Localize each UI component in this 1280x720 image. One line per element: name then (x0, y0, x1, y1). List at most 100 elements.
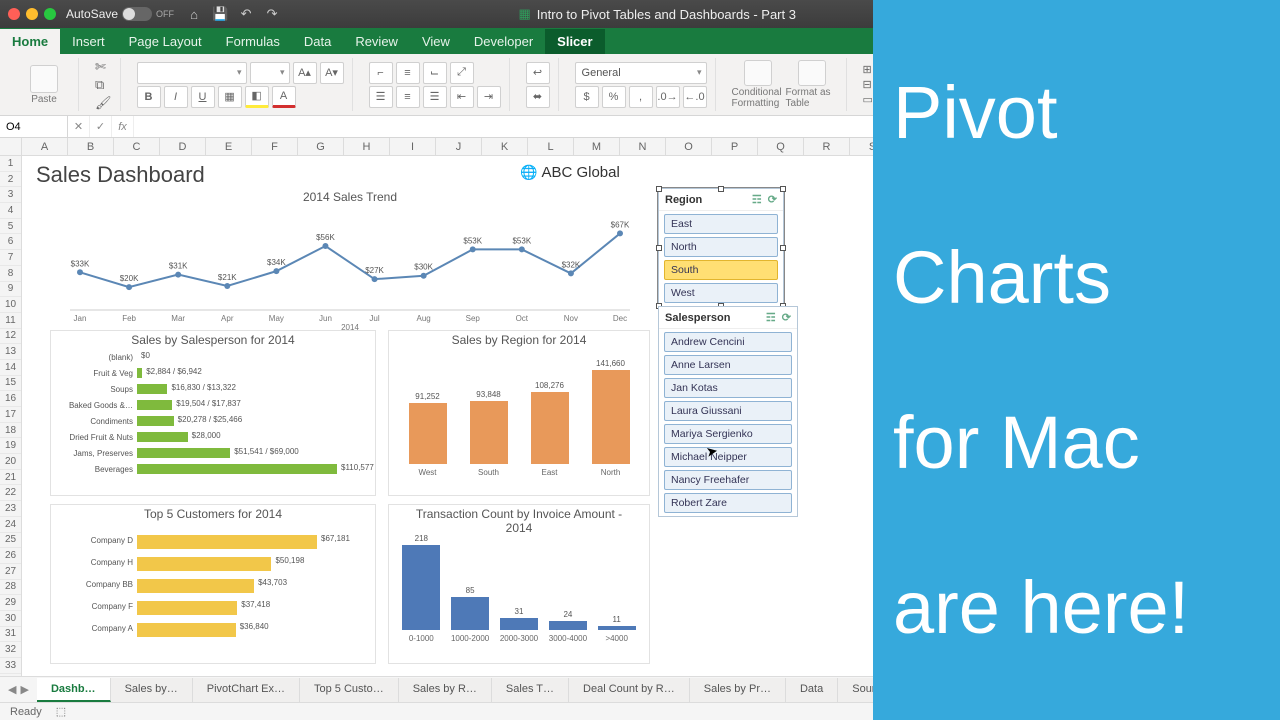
row-header[interactable]: 20 (0, 454, 21, 470)
row-header[interactable]: 4 (0, 203, 21, 219)
row-header[interactable]: 13 (0, 344, 21, 360)
col-header[interactable]: G (298, 138, 344, 155)
sheet-tab[interactable]: Sales T… (492, 678, 569, 702)
border-icon[interactable]: ▦ (218, 86, 242, 108)
paste-button[interactable]: Paste (18, 65, 70, 105)
slicer-salesperson[interactable]: Salesperson☶⟳ Andrew CenciniAnne LarsenJ… (658, 306, 798, 517)
clear-filter-icon[interactable]: ⟳ (782, 311, 791, 324)
chart-sales-trend[interactable]: 2014 Sales Trend $33KJan$20KFeb$31KMar$2… (50, 188, 650, 324)
sheet-tab[interactable]: PivotChart Ex… (193, 678, 300, 702)
row-header[interactable]: 8 (0, 266, 21, 282)
undo-icon[interactable]: ↶ (238, 6, 254, 22)
tab-review[interactable]: Review (343, 29, 410, 54)
align-left-icon[interactable]: ☰ (369, 86, 393, 108)
row-header[interactable]: 3 (0, 187, 21, 203)
multiselect-icon[interactable]: ☶ (766, 311, 776, 324)
select-all-corner[interactable] (0, 138, 22, 156)
slicer-item[interactable]: Nancy Freehafer (664, 470, 792, 490)
row-header[interactable]: 14 (0, 360, 21, 376)
tab-insert[interactable]: Insert (60, 29, 117, 54)
row-headers[interactable]: 1234567891011121314151617181920212223242… (0, 156, 22, 694)
chart-top-5-customers[interactable]: Top 5 Customers for 2014 Company D$67,18… (50, 504, 376, 664)
name-box[interactable]: O4 (0, 116, 68, 137)
prev-sheet-icon[interactable]: ◀ (8, 683, 16, 696)
col-header[interactable]: M (574, 138, 620, 155)
save-icon[interactable]: 💾 (212, 6, 228, 22)
cut-icon[interactable]: ✄ (95, 59, 112, 75)
slicer-item[interactable]: South (664, 260, 778, 280)
row-header[interactable]: 28 (0, 580, 21, 596)
tab-view[interactable]: View (410, 29, 462, 54)
tab-developer[interactable]: Developer (462, 29, 545, 54)
row-header[interactable]: 5 (0, 219, 21, 235)
close-icon[interactable] (8, 8, 20, 20)
col-header[interactable]: N (620, 138, 666, 155)
align-middle-icon[interactable]: ≡ (396, 62, 420, 84)
bold-button[interactable]: B (137, 86, 161, 108)
col-header[interactable]: F (252, 138, 298, 155)
increase-indent-icon[interactable]: ⇥ (477, 86, 501, 108)
col-header[interactable]: H (344, 138, 390, 155)
row-header[interactable]: 33 (0, 658, 21, 674)
row-header[interactable]: 19 (0, 438, 21, 454)
col-header[interactable]: K (482, 138, 528, 155)
row-header[interactable]: 9 (0, 282, 21, 298)
row-header[interactable]: 27 (0, 564, 21, 580)
sheet-tab[interactable]: Sales by R… (399, 678, 492, 702)
row-header[interactable]: 16 (0, 391, 21, 407)
currency-icon[interactable]: $ (575, 86, 599, 108)
row-header[interactable]: 30 (0, 611, 21, 627)
tab-slicer[interactable]: Slicer (545, 29, 604, 54)
next-sheet-icon[interactable]: ▶ (20, 683, 28, 696)
row-header[interactable]: 12 (0, 329, 21, 345)
row-header[interactable]: 15 (0, 376, 21, 392)
row-header[interactable]: 6 (0, 234, 21, 250)
decrease-decimal-icon[interactable]: ←.0 (683, 86, 707, 108)
row-header[interactable]: 22 (0, 485, 21, 501)
sheet-tab[interactable]: Sales by… (111, 678, 193, 702)
macro-record-icon[interactable]: ⬚ (56, 705, 66, 718)
align-top-icon[interactable]: ⌐ (369, 62, 393, 84)
slicer-item[interactable]: Jan Kotas (664, 378, 792, 398)
orientation-icon[interactable]: ⤢ (450, 62, 474, 84)
row-header[interactable]: 29 (0, 595, 21, 611)
col-header[interactable]: P (712, 138, 758, 155)
row-header[interactable]: 1 (0, 156, 21, 172)
home-icon[interactable]: ⌂ (186, 6, 202, 22)
slicer-region[interactable]: Region☶⟳ EastNorthSouthWest (658, 188, 784, 307)
slicer-item[interactable]: Mariya Sergienko (664, 424, 792, 444)
row-header[interactable]: 7 (0, 250, 21, 266)
row-header[interactable]: 25 (0, 533, 21, 549)
sheet-tab[interactable]: Sales by Pr… (690, 678, 786, 702)
chart-transaction-count[interactable]: Transaction Count by Invoice Amount - 20… (388, 504, 650, 664)
row-header[interactable]: 23 (0, 501, 21, 517)
multiselect-icon[interactable]: ☶ (752, 193, 762, 206)
row-header[interactable]: 32 (0, 642, 21, 658)
clear-filter-icon[interactable]: ⟳ (768, 193, 777, 206)
chart-sales-by-salesperson[interactable]: Sales by Salesperson for 2014 (blank)$0F… (50, 330, 376, 496)
font-family-select[interactable] (137, 62, 247, 84)
sheet-tab[interactable]: Data (786, 678, 838, 702)
col-header[interactable]: O (666, 138, 712, 155)
copy-icon[interactable]: ⧉ (95, 77, 112, 93)
comma-icon[interactable]: , (629, 86, 653, 108)
col-header[interactable]: C (114, 138, 160, 155)
percent-icon[interactable]: % (602, 86, 626, 108)
conditional-formatting-button[interactable]: Conditional Formatting (732, 60, 784, 109)
col-header[interactable]: J (436, 138, 482, 155)
row-header[interactable]: 31 (0, 627, 21, 643)
sheet-tab[interactable]: Dashb… (37, 678, 111, 702)
slicer-item[interactable]: North (664, 237, 778, 257)
decrease-font-icon[interactable]: A▾ (320, 62, 344, 84)
number-format-select[interactable]: General (575, 62, 707, 84)
switch-icon[interactable] (122, 7, 152, 21)
format-painter-icon[interactable]: 🖌 (95, 95, 112, 111)
slicer-item[interactable]: Anne Larsen (664, 355, 792, 375)
tab-home[interactable]: Home (0, 29, 60, 54)
col-header[interactable]: L (528, 138, 574, 155)
increase-font-icon[interactable]: A▴ (293, 62, 317, 84)
col-header[interactable]: B (68, 138, 114, 155)
tab-formulas[interactable]: Formulas (214, 29, 292, 54)
align-bottom-icon[interactable]: ⌙ (423, 62, 447, 84)
font-size-select[interactable] (250, 62, 290, 84)
